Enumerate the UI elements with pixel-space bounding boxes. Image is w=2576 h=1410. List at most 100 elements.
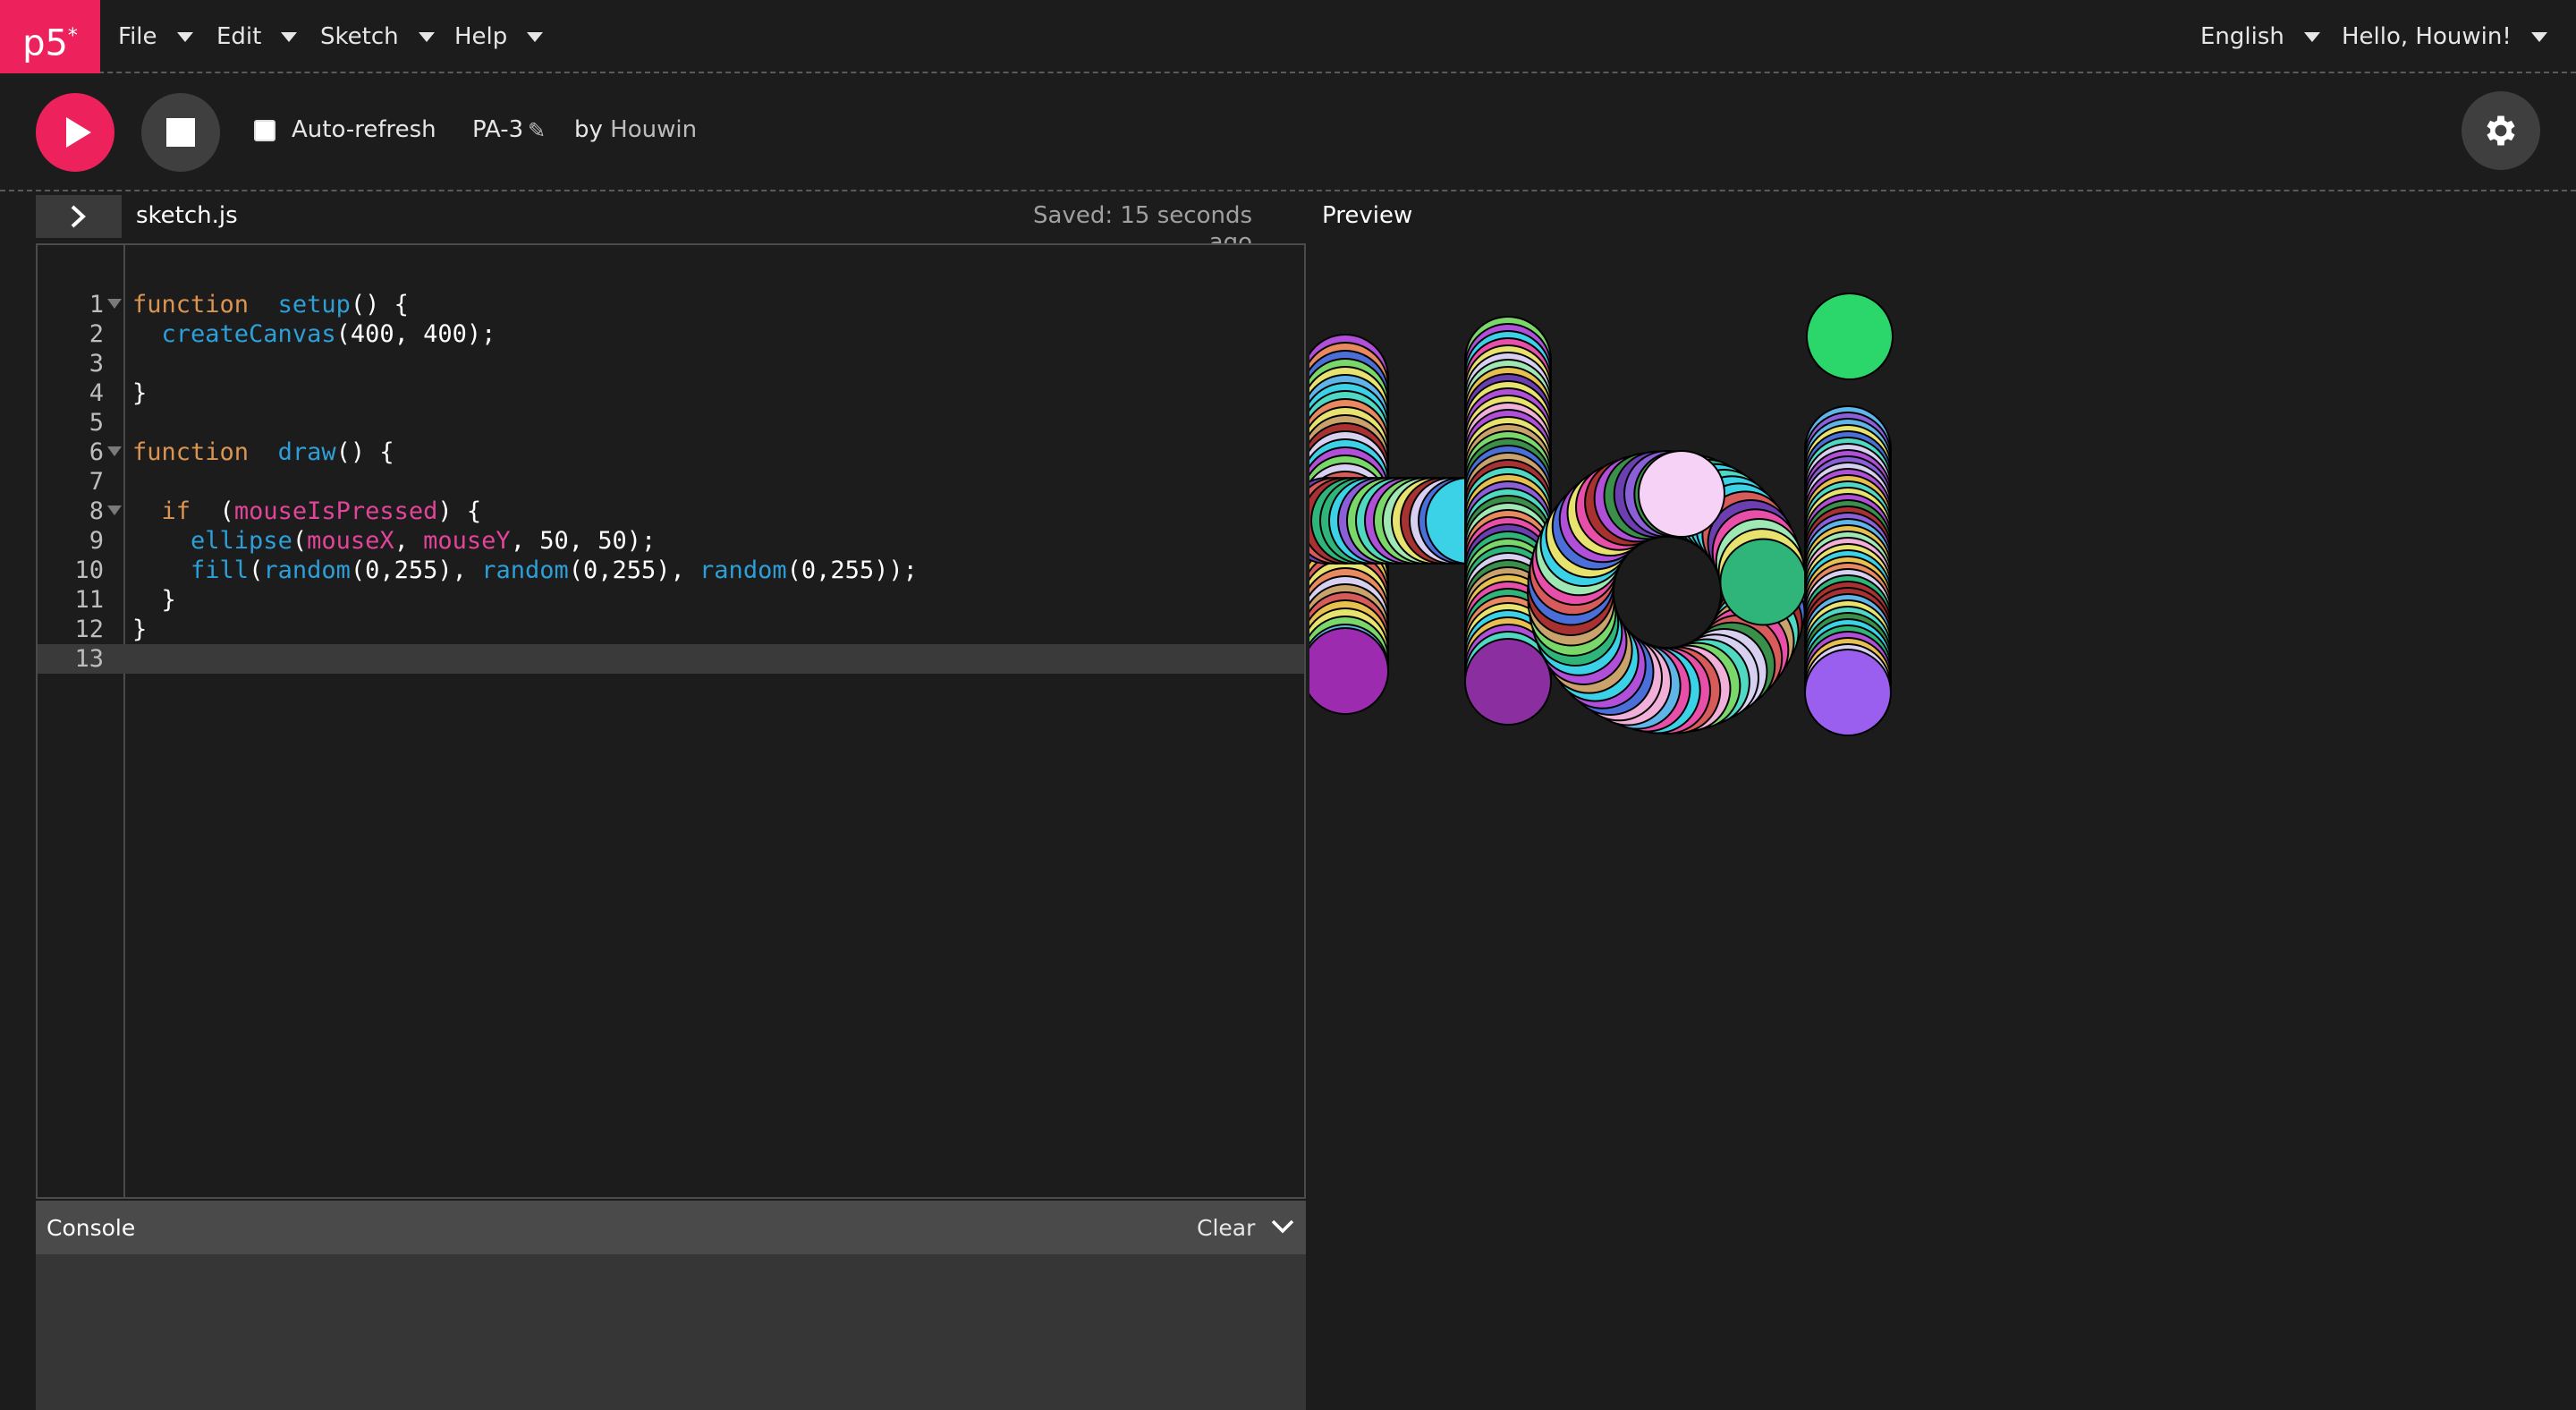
code-token: mouseY	[423, 527, 511, 555]
canvas-ellipse	[1464, 638, 1552, 726]
menu-sketch[interactable]: Sketch	[320, 0, 435, 73]
code-token: (0,255),	[350, 556, 482, 584]
line-number: 13	[74, 645, 104, 673]
caret-down-icon	[2530, 31, 2547, 42]
preview-canvas[interactable]	[1284, 243, 2576, 1317]
line-number: 12	[74, 616, 104, 643]
settings-button[interactable]	[2462, 91, 2540, 170]
line-number: 11	[74, 586, 104, 614]
line-number: 9	[89, 527, 104, 555]
code-line[interactable]: 13	[38, 644, 1304, 674]
play-button[interactable]	[36, 93, 114, 172]
line-number: 1	[89, 291, 104, 319]
code-text: fill(random(0,255), random(0,255), rando…	[132, 556, 918, 585]
code-token: (	[191, 497, 234, 525]
gear-icon	[2487, 115, 2515, 146]
pencil-icon[interactable]: ✎	[528, 118, 546, 143]
menu-sketch-label: Sketch	[320, 23, 399, 50]
code-token: mouseX	[307, 527, 394, 555]
code-editor[interactable]: 1 function setup() {2 createCanvas(400, 4…	[36, 243, 1306, 1199]
menu-edit[interactable]: Edit	[216, 0, 298, 73]
line-number: 3	[89, 350, 104, 378]
line-number: 8	[89, 497, 104, 525]
code-token: random	[699, 556, 787, 584]
code-text: if (mouseIsPressed) {	[132, 497, 482, 526]
code-line[interactable]: 2 createCanvas(400, 400);	[38, 319, 1304, 349]
code-token: (	[292, 527, 308, 555]
code-token: function	[132, 438, 250, 466]
code-token: }	[132, 379, 148, 407]
line-number: 6	[89, 438, 104, 466]
code-token: , 50, 50);	[510, 527, 657, 555]
caret-down-icon	[176, 31, 193, 42]
code-line[interactable]: 8 if (mouseIsPressed) {	[38, 497, 1304, 526]
code-token: mouseIsPressed	[233, 497, 438, 525]
code-lines[interactable]: 1 function setup() {2 createCanvas(400, 4…	[38, 290, 1304, 674]
code-token: ellipse	[191, 527, 292, 555]
line-number: 5	[89, 409, 104, 437]
author-link[interactable]: Houwin	[610, 116, 697, 143]
console-header: Console Clear	[36, 1201, 1306, 1254]
code-token: function	[132, 291, 250, 319]
code-line[interactable]: 7	[38, 467, 1304, 497]
code-line[interactable]: 3	[38, 349, 1304, 378]
code-token: () {	[350, 291, 409, 319]
code-text: }	[132, 615, 147, 644]
line-number: 2	[89, 320, 104, 348]
fold-arrow-icon[interactable]	[107, 299, 122, 309]
code-line[interactable]: 9 ellipse(mouseX, mouseY, 50, 50);	[38, 526, 1304, 556]
top-nav: p5* File Edit Sketch Help English Hello,…	[0, 0, 2576, 73]
code-token: random	[263, 556, 351, 584]
fold-arrow-icon[interactable]	[107, 505, 122, 515]
code-token: ,	[394, 527, 424, 555]
chevron-down-icon[interactable]	[1270, 1217, 1295, 1236]
code-token: setup	[277, 291, 351, 319]
auto-refresh-label[interactable]: Auto-refresh	[292, 116, 436, 143]
code-token: createCanvas	[161, 320, 336, 348]
console-clear-button[interactable]: Clear	[1197, 1215, 1255, 1241]
code-text: ellipse(mouseX, mouseY, 50, 50);	[132, 526, 656, 556]
sidebar-toggle-button[interactable]	[36, 195, 122, 238]
canvas-ellipse	[1638, 450, 1725, 538]
fold-arrow-icon[interactable]	[107, 446, 122, 456]
canvas-ellipse	[1301, 627, 1389, 715]
code-text: }	[132, 585, 176, 615]
code-token: (0,255),	[568, 556, 700, 584]
code-text: function setup() {	[132, 290, 409, 319]
code-line[interactable]: 11 }	[38, 585, 1304, 615]
code-line[interactable]: 12}	[38, 615, 1304, 644]
stop-button[interactable]	[141, 93, 220, 172]
code-line[interactable]: 5	[38, 408, 1304, 437]
sketch-name[interactable]: PA-3	[472, 116, 523, 143]
code-token: }	[132, 616, 148, 643]
auto-refresh-checkbox[interactable]	[254, 120, 275, 141]
code-token: fill	[191, 556, 250, 584]
code-line[interactable]: 10 fill(random(0,255), random(0,255), ra…	[38, 556, 1304, 585]
menu-help[interactable]: Help	[454, 0, 544, 73]
user-menu[interactable]: Hello, Houwin!	[2342, 0, 2547, 73]
menu-help-label: Help	[454, 23, 508, 50]
menu-file-label: File	[118, 23, 157, 50]
code-line[interactable]: 1 function setup() {	[38, 290, 1304, 319]
language-menu[interactable]: English	[2200, 0, 2320, 73]
code-token: () {	[335, 438, 394, 466]
by-prefix: by	[574, 116, 603, 143]
code-token: (	[249, 556, 264, 584]
caret-down-icon	[527, 31, 544, 42]
code-token: (0,255));	[786, 556, 918, 584]
menu-edit-label: Edit	[216, 23, 262, 50]
preview-label: Preview	[1322, 202, 1413, 229]
file-tab-sketch-js[interactable]: sketch.js	[136, 202, 238, 229]
p5-logo[interactable]: p5*	[0, 0, 100, 73]
sketch-author: by Houwin	[574, 116, 697, 143]
chevron-right-icon	[71, 205, 86, 228]
line-number: 7	[89, 468, 104, 496]
sketch-canvas-drawing	[1284, 293, 1894, 736]
menu-file[interactable]: File	[118, 0, 193, 73]
code-line[interactable]: 4}	[38, 378, 1304, 408]
code-token: draw	[277, 438, 336, 466]
console-output	[36, 1254, 1306, 1410]
code-line[interactable]: 6 function draw() {	[38, 437, 1304, 467]
